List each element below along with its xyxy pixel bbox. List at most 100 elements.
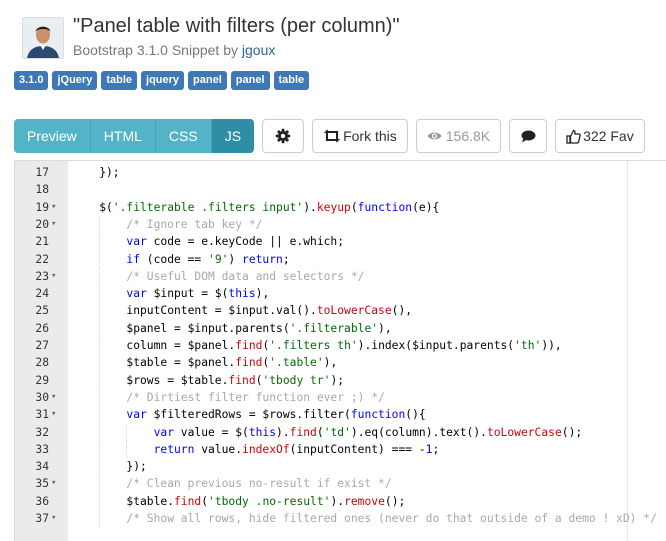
line-number: 35 <box>35 477 49 491</box>
code-token: ( <box>316 425 324 439</box>
code-token: ; <box>432 442 440 456</box>
code-token: ), <box>323 356 338 370</box>
code-token: var <box>126 408 147 422</box>
code-line: 37 ▾ /* Show all rows, hide filtered ones … <box>15 510 666 527</box>
settings-button[interactable] <box>262 119 305 153</box>
code-text: }); <box>99 164 119 181</box>
code-token: code = e.keyCode || e.which; <box>146 235 345 249</box>
fork-button[interactable]: Fork this <box>312 119 408 153</box>
tag[interactable]: table <box>273 71 310 90</box>
code-token: '9' <box>208 252 229 266</box>
code-token: ( <box>201 494 209 508</box>
code-token: ); <box>330 373 345 387</box>
code-token: this <box>248 425 277 439</box>
indent-guide <box>99 302 101 320</box>
tag[interactable]: panel <box>188 71 227 90</box>
code-line: 25 inputContent = $input.val().toLowerCas… <box>15 302 666 320</box>
fold-arrow-icon[interactable]: ▾ <box>51 268 56 285</box>
thumbs-up-icon <box>566 129 581 144</box>
code-line: 35 ▾ /* Clean previous no-result if exist … <box>15 475 666 493</box>
fold-arrow-icon[interactable]: ▾ <box>51 475 56 492</box>
line-number: 23 <box>35 269 49 283</box>
code-token: $table = $panel. <box>126 356 236 370</box>
code-line: 17}); <box>15 164 666 181</box>
fold-arrow-icon[interactable]: ▾ <box>51 216 56 233</box>
indent-guide <box>99 492 101 510</box>
code-text: var value = $(this).find('td').eq(column… <box>154 424 583 441</box>
code-line: 36 $table.find('tbody .no-result').remove… <box>15 492 666 510</box>
retweet-icon <box>324 129 341 143</box>
code-token: column = $panel. <box>126 339 236 352</box>
fold-arrow-icon[interactable]: ▾ <box>51 406 56 423</box>
code-line: 33 return value.indexOf(inputContent) ===… <box>15 440 666 458</box>
tag[interactable]: table <box>101 71 138 90</box>
code-token: ), <box>255 287 270 301</box>
tab-css[interactable]: CSS <box>155 119 212 153</box>
line-number: 26 <box>35 321 49 335</box>
line-number: 33 <box>35 442 49 456</box>
subtitle-prefix: Bootstrap 3.1.0 Snippet by <box>73 42 242 58</box>
fav-label: 322 Fav <box>583 128 634 144</box>
snippet-toolbar: Preview HTML CSS JS Fork this 156.8K 322… <box>14 119 645 153</box>
tag[interactable]: jquery <box>141 71 185 90</box>
tag[interactable]: jQuery <box>52 71 98 90</box>
code-text: $panel = $input.parents('.filterable'), <box>126 320 391 337</box>
views-count: 156.8K <box>445 128 491 144</box>
code-token: ). <box>276 425 290 439</box>
views-button[interactable]: 156.8K <box>415 119 502 153</box>
code-token: return <box>242 252 283 266</box>
indent-guide <box>99 388 101 406</box>
code-token: ). <box>330 494 345 508</box>
indent-guide <box>99 371 101 389</box>
line-number: 36 <box>35 494 49 508</box>
code-text: $rows = $table.find('tbody tr'); <box>126 372 344 389</box>
code-text: /* Useful DOM data and selectors */ <box>126 268 364 285</box>
tab-preview[interactable]: Preview <box>14 119 91 153</box>
indent-guide <box>99 406 101 424</box>
code-token: find <box>289 425 317 439</box>
indent-guide <box>126 440 128 458</box>
line-number: 17 <box>35 166 49 179</box>
code-token: $rows = $table. <box>126 373 229 387</box>
author-link[interactable]: jgoux <box>242 42 275 58</box>
tag[interactable]: panel <box>230 71 270 90</box>
code-line: 31 ▾ var $filteredRows = $rows.filter(func… <box>15 406 666 424</box>
code-token: '.filters th' <box>269 339 358 352</box>
tab-js[interactable]: JS <box>211 119 255 153</box>
comment-button[interactable] <box>509 119 548 153</box>
author-avatar[interactable] <box>22 17 64 59</box>
code-token: ), <box>378 321 392 335</box>
fold-arrow-icon[interactable]: ▾ <box>51 510 56 527</box>
avatar-image <box>23 18 63 58</box>
code-token: '.filterable .filters input' <box>112 200 304 214</box>
code-token: function <box>357 200 413 214</box>
code-token: function <box>350 408 406 422</box>
code-token: find <box>235 339 263 352</box>
fold-arrow-icon[interactable]: ▾ <box>51 199 56 216</box>
line-number: 30 <box>35 390 49 404</box>
indent-guide <box>99 440 101 458</box>
code-line: 26 $panel = $input.parents('.filterable')… <box>15 319 666 337</box>
code-token: ; <box>282 252 290 266</box>
line-number: 21 <box>35 235 49 249</box>
code-token: (){ <box>405 408 426 422</box>
code-token: $filteredRows = $rows.filter( <box>146 408 351 422</box>
code-token: /* Show all rows, hide filtered ones (ne… <box>126 512 657 525</box>
code-token: /* Dirtiest filter function ever ;) */ <box>126 390 385 404</box>
code-token: $panel = $input.parents( <box>126 321 290 335</box>
code-editor[interactable]: 17}); 18 19 ▾ $('.filterable .filters input'… <box>14 160 666 541</box>
indent-guide <box>99 233 101 251</box>
indent-guide <box>99 267 101 285</box>
indent-guide <box>99 319 101 337</box>
code-line: 24 var $input = $(this), <box>15 285 666 303</box>
code-token: ).index($input.parents( <box>357 339 515 352</box>
code-text: var code = e.keyCode || e.which; <box>126 233 344 250</box>
fav-button[interactable]: 322 Fav <box>555 119 645 153</box>
eye-icon <box>427 132 442 140</box>
tag[interactable]: 3.1.0 <box>14 71 49 90</box>
code-token: 'th' <box>514 339 542 352</box>
tab-html[interactable]: HTML <box>90 119 156 153</box>
code-token: ( <box>350 200 358 214</box>
fold-arrow-icon[interactable]: ▾ <box>51 389 56 406</box>
code-token: ).eq(column).text(). <box>350 425 487 439</box>
